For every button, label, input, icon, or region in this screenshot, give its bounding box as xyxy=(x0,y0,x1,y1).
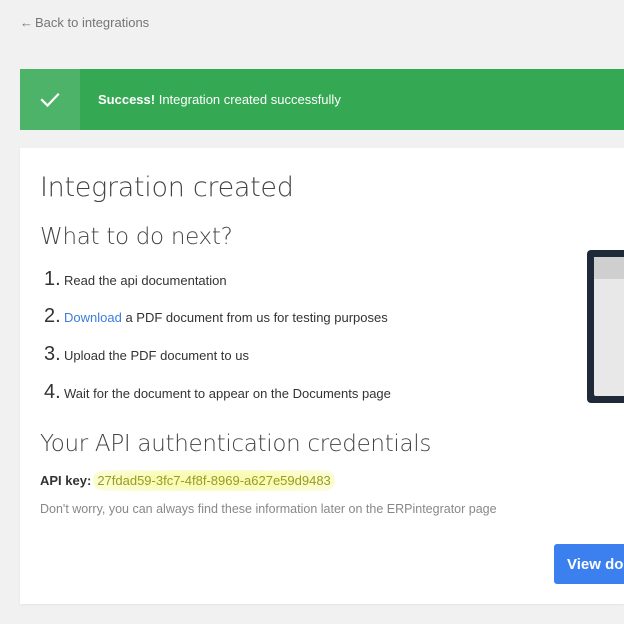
step-number: 2. xyxy=(44,305,61,327)
list-item: 4. Wait for the document to appear on th… xyxy=(44,381,391,404)
list-item: 3. Upload the PDF document to us xyxy=(44,343,249,366)
check-icon xyxy=(20,69,80,130)
api-key-value[interactable]: 27fdad59-3fc7-4f8f-8969-a627e59d9483 xyxy=(93,470,335,491)
step-text: Read the api documentation xyxy=(64,273,227,288)
step-number: 3. xyxy=(44,343,61,365)
list-item: 2. Download a PDF document from us for t… xyxy=(44,305,388,328)
credentials-note: Don't worry, you can always find these i… xyxy=(40,502,497,516)
back-arrow-icon: ← xyxy=(20,15,33,30)
alert-title: Success! xyxy=(98,92,156,107)
next-steps-heading: What to do next? xyxy=(40,224,233,250)
device-screen-bar xyxy=(594,257,624,279)
back-link-label: Back to integrations xyxy=(35,15,150,30)
device-illustration xyxy=(587,250,624,403)
credentials-heading: Your API authentication credentials xyxy=(40,431,432,457)
list-item: 1. Read the api documentation xyxy=(44,268,227,291)
view-documentation-button[interactable]: View documentation xyxy=(554,544,624,584)
step-number: 1. xyxy=(44,268,61,290)
device-screen xyxy=(594,257,624,396)
integration-card: Integration created What to do next? 1. … xyxy=(20,148,624,604)
alert-text: Integration created successfully xyxy=(158,92,341,107)
download-link[interactable]: Download xyxy=(64,310,122,325)
api-key-label: API key: xyxy=(40,473,92,488)
success-alert: Success! Integration created successfull… xyxy=(20,69,624,130)
step-text: Wait for the document to appear on the D… xyxy=(64,386,391,401)
page-title: Integration created xyxy=(40,172,294,203)
step-text: Upload the PDF document to us xyxy=(64,348,249,363)
alert-message: Success! Integration created successfull… xyxy=(98,92,341,107)
step-text: a PDF document from us for testing purpo… xyxy=(125,310,388,325)
api-key-row: API key: 27fdad59-3fc7-4f8f-8969-a627e59… xyxy=(40,470,335,491)
back-to-integrations-link[interactable]: ← Back to integrations xyxy=(20,15,149,30)
step-number: 4. xyxy=(44,381,61,403)
